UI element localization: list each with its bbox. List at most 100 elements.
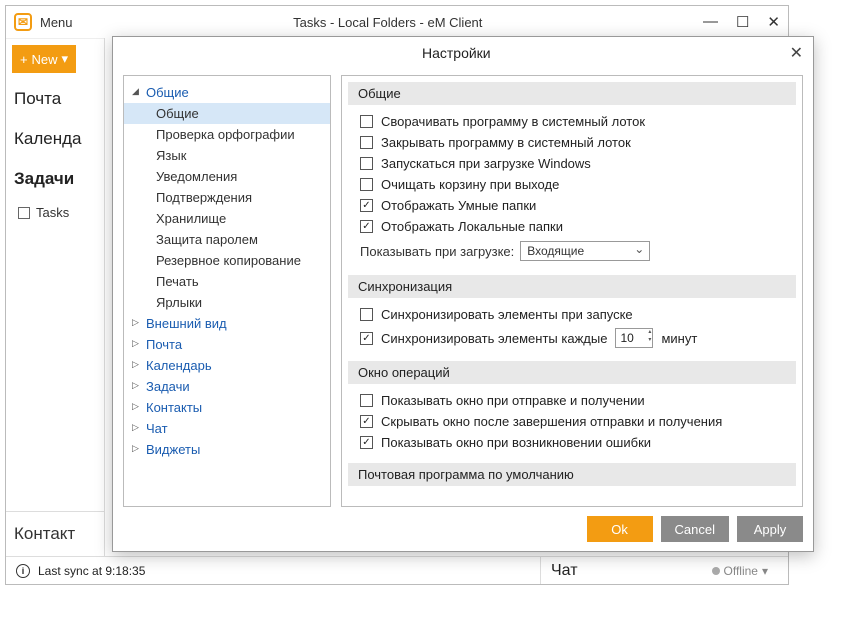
arrow-right-icon: ▷ (132, 422, 139, 433)
tree-mail[interactable]: ▷Почта (124, 334, 330, 355)
checkbox-icon[interactable] (360, 157, 373, 170)
tasks-folder[interactable]: Tasks (6, 199, 104, 226)
section-header-default-mail: Почтовая программа по умолчанию (348, 463, 796, 486)
check-windows-startup[interactable]: Запускаться при загрузке Windows (360, 153, 784, 174)
section-body-ops: Показывать окно при отправке и получении… (342, 386, 802, 457)
menu-button[interactable]: Menu (40, 15, 73, 30)
tree-contacts[interactable]: ▷Контакты (124, 397, 330, 418)
sync-interval-label-left: Синхронизировать элементы каждые (381, 331, 607, 346)
settings-content[interactable]: Общие Сворачивать программу в системный … (341, 75, 803, 507)
dialog-footer: Ok Cancel Apply (113, 507, 813, 551)
arrow-right-icon: ▷ (132, 338, 139, 349)
arrow-right-icon: ▷ (132, 401, 139, 412)
main-titlebar: ✉ Menu Tasks - Local Folders - eM Client… (6, 6, 788, 38)
sync-interval-label-right: минут (661, 331, 697, 346)
tree-calendar[interactable]: ▷Календарь (124, 355, 330, 376)
section-header-general: Общие (348, 82, 796, 105)
ok-button[interactable]: Ok (587, 516, 653, 542)
section-header-sync: Синхронизация (348, 275, 796, 298)
tree-general-sub-8[interactable]: Печать (124, 271, 330, 292)
tree-general-sub-6[interactable]: Защита паролем (124, 229, 330, 250)
check-show-error[interactable]: Показывать окно при возникновении ошибки (360, 432, 784, 453)
tree-general-sub-5[interactable]: Хранилище (124, 208, 330, 229)
sync-icon: i (16, 564, 30, 578)
tree-general-sub-3[interactable]: Уведомления (124, 166, 330, 187)
checkbox-icon[interactable] (360, 136, 373, 149)
arrow-down-icon: ◢ (132, 86, 139, 97)
check-minimize-tray[interactable]: Сворачивать программу в системный лоток (360, 111, 784, 132)
statusbar: i Last sync at 9:18:35 Чат Offline ▾ (6, 556, 788, 584)
check-local-folders[interactable]: Отображать Локальные папки (360, 216, 784, 237)
cancel-button[interactable]: Cancel (661, 516, 729, 542)
settings-tree[interactable]: ◢ Общие Общие Проверка орфографии Язык У… (123, 75, 331, 507)
tree-general-sub-4[interactable]: Подтверждения (124, 187, 330, 208)
tree-general-sub-9[interactable]: Ярлыки (124, 292, 330, 313)
check-sync-interval[interactable]: Синхронизировать элементы каждые 10 мину… (360, 325, 784, 351)
chat-panel[interactable]: Чат Offline ▾ (540, 557, 778, 584)
checkbox-icon[interactable] (360, 332, 373, 345)
plus-icon: + (20, 52, 28, 67)
nav-mail[interactable]: Почта (6, 79, 104, 119)
tree-general-label: Общие (146, 85, 189, 100)
arrow-right-icon: ▷ (132, 359, 139, 370)
checkbox-icon[interactable] (360, 220, 373, 233)
check-empty-trash[interactable]: Очищать корзину при выходе (360, 174, 784, 195)
last-sync-text: Last sync at 9:18:35 (38, 564, 145, 578)
checkbox-icon (18, 207, 30, 219)
nav-contacts[interactable]: Контакт (6, 511, 104, 556)
tasks-folder-label: Tasks (36, 205, 69, 220)
tree-widgets[interactable]: ▷Виджеты (124, 439, 330, 460)
startup-show-row: Показывать при загрузке: Входящие (360, 237, 784, 265)
sync-interval-input[interactable]: 10 (615, 328, 653, 348)
tree-general-sub-1[interactable]: Проверка орфографии (124, 124, 330, 145)
checkbox-icon[interactable] (360, 178, 373, 191)
window-controls: — ☐ ✕ (703, 13, 780, 31)
dialog-titlebar: Настройки ✕ (113, 37, 813, 69)
checkbox-icon[interactable] (360, 436, 373, 449)
status-offline[interactable]: Offline ▾ (712, 564, 769, 578)
arrow-right-icon: ▷ (132, 317, 139, 328)
startup-label: Показывать при загрузке: (360, 244, 514, 259)
tree-tasks[interactable]: ▷Задачи (124, 376, 330, 397)
chevron-down-icon: ▾ (762, 564, 768, 578)
checkbox-icon[interactable] (360, 199, 373, 212)
tree-general[interactable]: ◢ Общие (124, 82, 330, 103)
check-close-tray[interactable]: Закрывать программу в системный лоток (360, 132, 784, 153)
tree-chat[interactable]: ▷Чат (124, 418, 330, 439)
tree-appearance[interactable]: ▷Внешний вид (124, 313, 330, 334)
checkbox-icon[interactable] (360, 308, 373, 321)
startup-dropdown[interactable]: Входящие (520, 241, 650, 261)
tree-general-sub-7[interactable]: Резервное копирование (124, 250, 330, 271)
window-title: Tasks - Local Folders - eM Client (73, 15, 703, 30)
offline-label: Offline (724, 564, 758, 578)
dialog-close-button[interactable]: ✕ (790, 43, 803, 63)
new-button-label: New (32, 52, 58, 67)
app-icon: ✉ (14, 13, 32, 31)
dialog-body: ◢ Общие Общие Проверка орфографии Язык У… (113, 69, 813, 507)
status-dot-icon (712, 567, 720, 575)
chevron-down-icon: ▾ (62, 51, 69, 67)
section-header-ops: Окно операций (348, 361, 796, 384)
tree-general-sub-2[interactable]: Язык (124, 145, 330, 166)
arrow-right-icon: ▷ (132, 443, 139, 454)
maximize-button[interactable]: ☐ (736, 13, 749, 31)
settings-dialog: Настройки ✕ ◢ Общие Общие Проверка орфог… (112, 36, 814, 552)
section-body-sync: Синхронизировать элементы при запуске Си… (342, 300, 802, 355)
arrow-right-icon: ▷ (132, 380, 139, 391)
check-smart-folders[interactable]: Отображать Умные папки (360, 195, 784, 216)
check-show-sendrecv[interactable]: Показывать окно при отправке и получении (360, 390, 784, 411)
checkbox-icon[interactable] (360, 394, 373, 407)
dialog-title: Настройки (123, 45, 790, 61)
apply-button[interactable]: Apply (737, 516, 803, 542)
new-button[interactable]: + New ▾ (12, 45, 76, 73)
check-hide-after[interactable]: Скрывать окно после завершения отправки … (360, 411, 784, 432)
close-button[interactable]: ✕ (767, 13, 780, 31)
check-sync-startup[interactable]: Синхронизировать элементы при запуске (360, 304, 784, 325)
checkbox-icon[interactable] (360, 415, 373, 428)
nav-calendar[interactable]: Календа (6, 119, 104, 159)
minimize-button[interactable]: — (703, 13, 718, 31)
section-body-general: Сворачивать программу в системный лоток … (342, 107, 802, 269)
checkbox-icon[interactable] (360, 115, 373, 128)
tree-general-sub-0[interactable]: Общие (124, 103, 330, 124)
nav-tasks[interactable]: Задачи (6, 159, 104, 199)
